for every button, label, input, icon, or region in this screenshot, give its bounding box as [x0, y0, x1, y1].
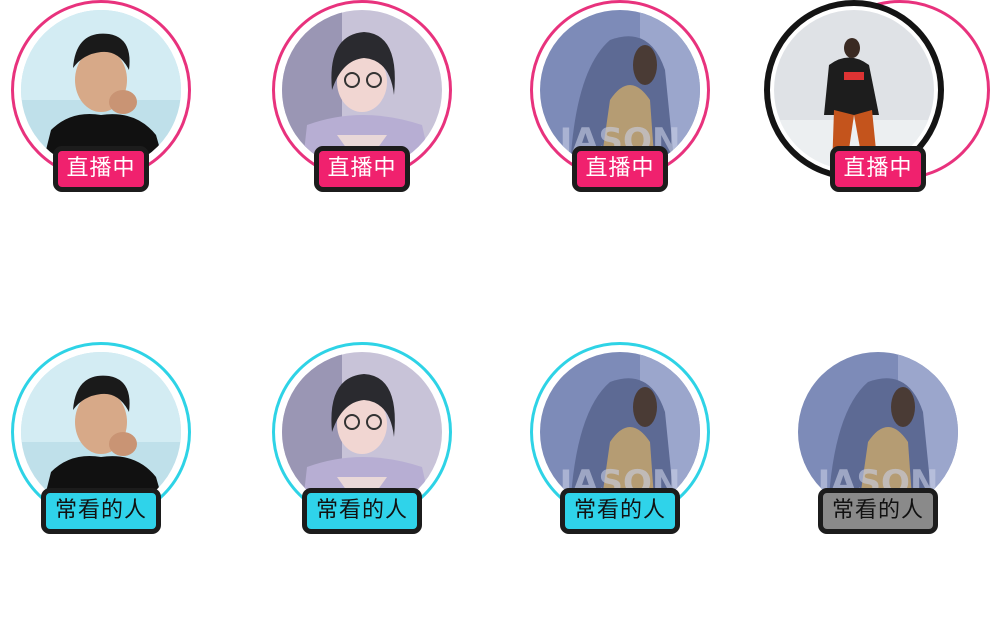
- frequent-avatar-4[interactable]: 常看的人: [788, 342, 970, 542]
- frequent-badge: 常看的人: [41, 488, 161, 534]
- frequent-badge: 常看的人: [302, 488, 422, 534]
- live-avatar-4[interactable]: 直播中: [764, 0, 992, 200]
- frequent-avatar-2[interactable]: 常看的人: [272, 342, 454, 542]
- avatar-grid: 直播中 直播中 直播中 直播中 常看的人 常看的人 常看的人 常看的人: [0, 0, 993, 636]
- frequent-avatar-3[interactable]: 常看的人: [530, 342, 712, 542]
- live-badge: 直播中: [314, 146, 410, 192]
- frequent-badge-inactive: 常看的人: [818, 488, 938, 534]
- live-badge: 直播中: [572, 146, 668, 192]
- live-badge: 直播中: [53, 146, 149, 192]
- live-avatar-3[interactable]: 直播中: [530, 0, 712, 200]
- live-badge: 直播中: [830, 146, 926, 192]
- frequent-avatar-1[interactable]: 常看的人: [11, 342, 193, 542]
- live-avatar-1[interactable]: 直播中: [11, 0, 193, 200]
- frequent-badge: 常看的人: [560, 488, 680, 534]
- live-avatar-2[interactable]: 直播中: [272, 0, 454, 200]
